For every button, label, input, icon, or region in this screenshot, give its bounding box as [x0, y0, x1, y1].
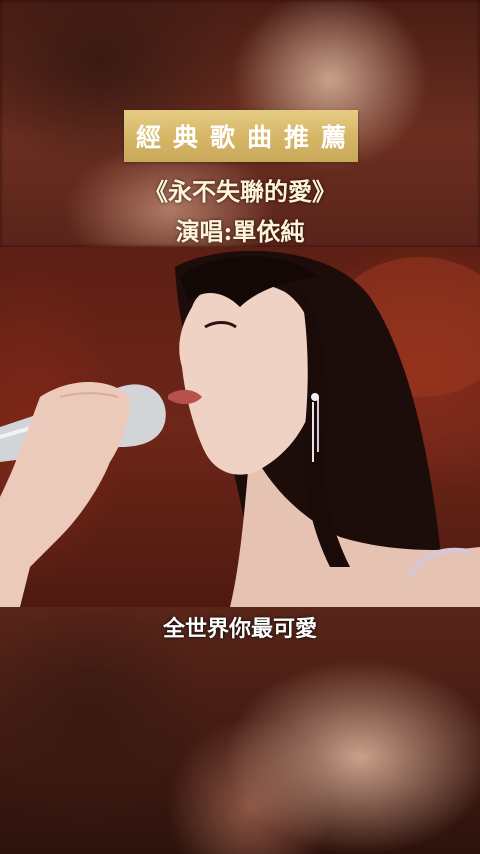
banner-text: 經典歌曲推薦 — [136, 123, 359, 152]
video-frame[interactable] — [0, 247, 480, 607]
song-title: 《永不失聯的愛》 — [144, 177, 336, 206]
singer-performance-image — [0, 250, 480, 607]
recommendation-banner: 經典歌曲推薦 — [124, 110, 358, 162]
video-page: 經典歌曲推薦 《永不失聯的愛》 演唱:單依純 全世界你最可愛 — [0, 0, 480, 854]
singer-credit: 演唱:單依純 — [175, 217, 305, 246]
lyric-subtitle: 全世界你最可愛 — [162, 616, 317, 642]
blurred-backdrop-bottom — [0, 607, 480, 854]
